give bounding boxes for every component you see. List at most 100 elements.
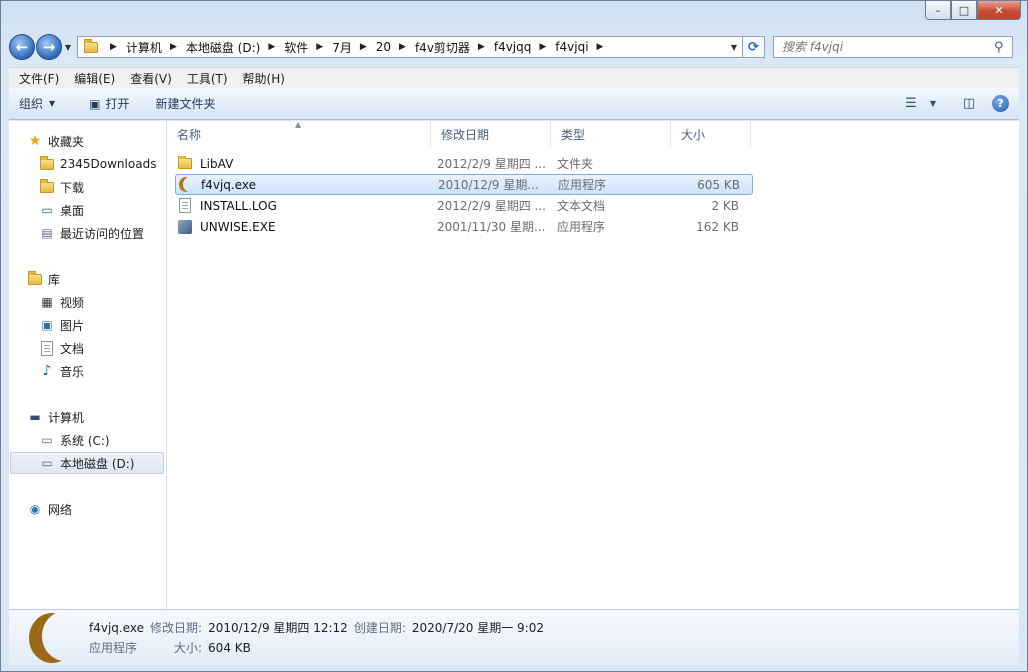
nav-label: 图片 xyxy=(60,318,85,333)
app-moon-icon xyxy=(178,177,194,193)
nav-item-drive-c[interactable]: ▭ 系统 (C:) xyxy=(39,429,166,451)
minimize-button[interactable]: – xyxy=(925,1,951,20)
nav-item-music[interactable]: ♪ 音乐 xyxy=(39,360,166,382)
help-icon[interactable]: ? xyxy=(992,95,1009,112)
nav-computer[interactable]: ▬ 计算机 xyxy=(27,406,166,428)
breadcrumb-root-arrow[interactable]: ▶ xyxy=(102,42,126,52)
menu-edit[interactable]: 编辑(E) xyxy=(69,70,120,87)
details-type: 应用程序 xyxy=(89,641,138,655)
nav-label: 文档 xyxy=(60,341,85,356)
file-date: 2001/11/30 星期... xyxy=(437,220,546,234)
nav-item-desktop[interactable]: ▭ 桌面 xyxy=(39,199,166,221)
setup-icon xyxy=(177,219,193,235)
picture-icon: ▣ xyxy=(41,318,53,332)
menu-help[interactable]: 帮助(H) xyxy=(238,70,290,87)
view-options-icon[interactable]: ☰ xyxy=(896,96,926,111)
search-input[interactable] xyxy=(782,40,994,54)
file-list: 名称 ▲ 修改日期 类型 大小 LibAV 2012/2/9 星期四 ... 文件… xyxy=(167,120,1019,609)
folder-icon xyxy=(84,38,98,53)
recent-pages-dropdown[interactable]: ▼ xyxy=(63,43,73,52)
nav-label: 视频 xyxy=(60,295,85,310)
breadcrumb-item[interactable]: 7月 ▶ xyxy=(332,39,376,56)
network-icon: ◉ xyxy=(29,502,41,516)
details-filename: f4vjq.exe xyxy=(89,620,145,635)
forward-arrow-icon: → xyxy=(42,38,56,56)
breadcrumb-item[interactable]: f4vjqq ▶ xyxy=(494,40,555,54)
close-button[interactable]: ✕ xyxy=(977,1,1021,20)
forward-button[interactable]: → xyxy=(36,34,62,60)
menu-view[interactable]: 查看(V) xyxy=(125,70,177,87)
back-arrow-icon: ← xyxy=(15,38,29,56)
column-header-date[interactable]: 修改日期 xyxy=(431,121,551,147)
file-name: UNWISE.EXE xyxy=(200,219,276,234)
menu-file[interactable]: 文件(F) xyxy=(14,70,64,87)
command-bar: 组织 ▼ ▣ 打开 新建文件夹 ☰ ▼ ◫ ? xyxy=(9,88,1019,120)
file-type: 文本文档 xyxy=(557,199,606,213)
refresh-button[interactable]: ⟳ xyxy=(743,36,765,58)
search-icon[interactable]: ⚲ xyxy=(994,40,1012,55)
new-folder-button[interactable]: 新建文件夹 xyxy=(146,95,226,112)
breadcrumb-item[interactable]: 本地磁盘 (D:) ▶ xyxy=(186,39,284,56)
view-dropdown-icon[interactable]: ▼ xyxy=(926,99,940,108)
breadcrumb-item[interactable]: 计算机 ▶ xyxy=(126,39,186,56)
organize-button[interactable]: 组织 ▼ xyxy=(9,95,65,112)
maximize-button[interactable]: □ xyxy=(951,1,977,20)
recent-places-icon: ▤ xyxy=(41,226,53,240)
system-drive-icon: ▭ xyxy=(41,433,53,447)
breadcrumb-item[interactable]: f4v剪切器 ▶ xyxy=(415,39,494,56)
explorer-window: – □ ✕ ← → ▼ ▶ 计算机 ▶ 本地磁盘 (D:) ▶ 软件 ▶ 7月 ▶ 20… xyxy=(0,0,1028,672)
column-header-size[interactable]: 大小 xyxy=(671,121,751,147)
preview-pane-icon[interactable]: ◫ xyxy=(954,96,984,111)
table-row[interactable]: INSTALL.LOG 2012/2/9 星期四 ... 文本文档 2 KB xyxy=(175,195,753,216)
details-size-label: 大小: xyxy=(174,641,203,655)
nav-item-2345downloads[interactable]: 2345Downloads xyxy=(39,153,166,175)
file-date: 2012/2/9 星期四 ... xyxy=(437,157,546,171)
table-row[interactable]: UNWISE.EXE 2001/11/30 星期... 应用程序 162 KB xyxy=(175,216,753,237)
file-type: 应用程序 xyxy=(557,220,606,234)
library-icon xyxy=(27,270,43,287)
breadcrumb-item[interactable]: f4vjqi ▶ xyxy=(555,40,612,54)
table-row-selected[interactable]: f4vjq.exe 2010/12/9 星期... 应用程序 605 KB xyxy=(175,174,753,195)
nav-item-pictures[interactable]: ▣ 图片 xyxy=(39,314,166,336)
column-header-type[interactable]: 类型 xyxy=(551,121,671,147)
nav-label: 音乐 xyxy=(60,364,85,379)
video-icon: ▦ xyxy=(41,295,53,309)
nav-network[interactable]: ◉ 网络 xyxy=(27,498,166,520)
nav-label: 桌面 xyxy=(60,203,85,218)
desktop-icon: ▭ xyxy=(41,203,53,217)
back-button[interactable]: ← xyxy=(9,34,35,60)
details-modified-label: 修改日期: xyxy=(150,621,203,635)
open-button[interactable]: ▣ 打开 xyxy=(79,95,139,112)
column-header-name[interactable]: 名称 ▲ xyxy=(167,120,431,147)
search-box[interactable]: ⚲ xyxy=(773,36,1013,58)
folder-icon xyxy=(39,155,55,172)
nav-item-drive-d[interactable]: ▭ 本地磁盘 (D:) xyxy=(10,452,164,474)
nav-favorites[interactable]: ★ 收藏夹 xyxy=(27,130,166,152)
menu-tools[interactable]: 工具(T) xyxy=(182,70,233,87)
navigation-pane: ★ 收藏夹 2345Downloads 下载 ▭ 桌面 ▤ 最近访问的位置 库 ▦ 视频… xyxy=(9,121,167,609)
nav-label: 系统 (C:) xyxy=(60,433,110,448)
nav-item-videos[interactable]: ▦ 视频 xyxy=(39,291,166,313)
file-name: f4vjq.exe xyxy=(201,177,257,192)
details-size-value: 604 KB xyxy=(208,640,251,655)
drive-icon: ▭ xyxy=(41,456,53,470)
nav-libraries[interactable]: 库 xyxy=(27,268,166,290)
document-icon xyxy=(39,340,55,356)
column-headers: 名称 ▲ 修改日期 类型 大小 xyxy=(167,120,767,147)
caption-buttons: – □ ✕ xyxy=(925,1,1021,20)
computer-icon: ▬ xyxy=(29,410,41,424)
nav-item-recent-places[interactable]: ▤ 最近访问的位置 xyxy=(39,222,166,244)
breadcrumb-item[interactable]: 软件 ▶ xyxy=(284,39,332,56)
details-pane: f4vjq.exe 修改日期: 2010/12/9 星期四 12:12 创建日期… xyxy=(9,609,1019,665)
downloads-folder-icon xyxy=(39,178,55,195)
address-dropdown-icon[interactable]: ▼ xyxy=(726,43,742,52)
refresh-icon: ⟳ xyxy=(748,39,759,55)
table-row[interactable]: LibAV 2012/2/9 星期四 ... 文件夹 xyxy=(175,153,753,174)
address-bar[interactable]: ▶ 计算机 ▶ 本地磁盘 (D:) ▶ 软件 ▶ 7月 ▶ 20 ▶ f4v剪切器 ▶ f4… xyxy=(77,36,743,58)
nav-item-downloads[interactable]: 下载 xyxy=(39,176,166,198)
nav-label: 最近访问的位置 xyxy=(60,226,145,241)
details-created-value: 2020/7/20 星期一 9:02 xyxy=(411,621,544,635)
menu-bar: 文件(F) 编辑(E) 查看(V) 工具(T) 帮助(H) xyxy=(9,67,1019,88)
breadcrumb-item[interactable]: 20 ▶ xyxy=(376,40,415,54)
nav-item-documents[interactable]: 文档 xyxy=(39,337,166,359)
